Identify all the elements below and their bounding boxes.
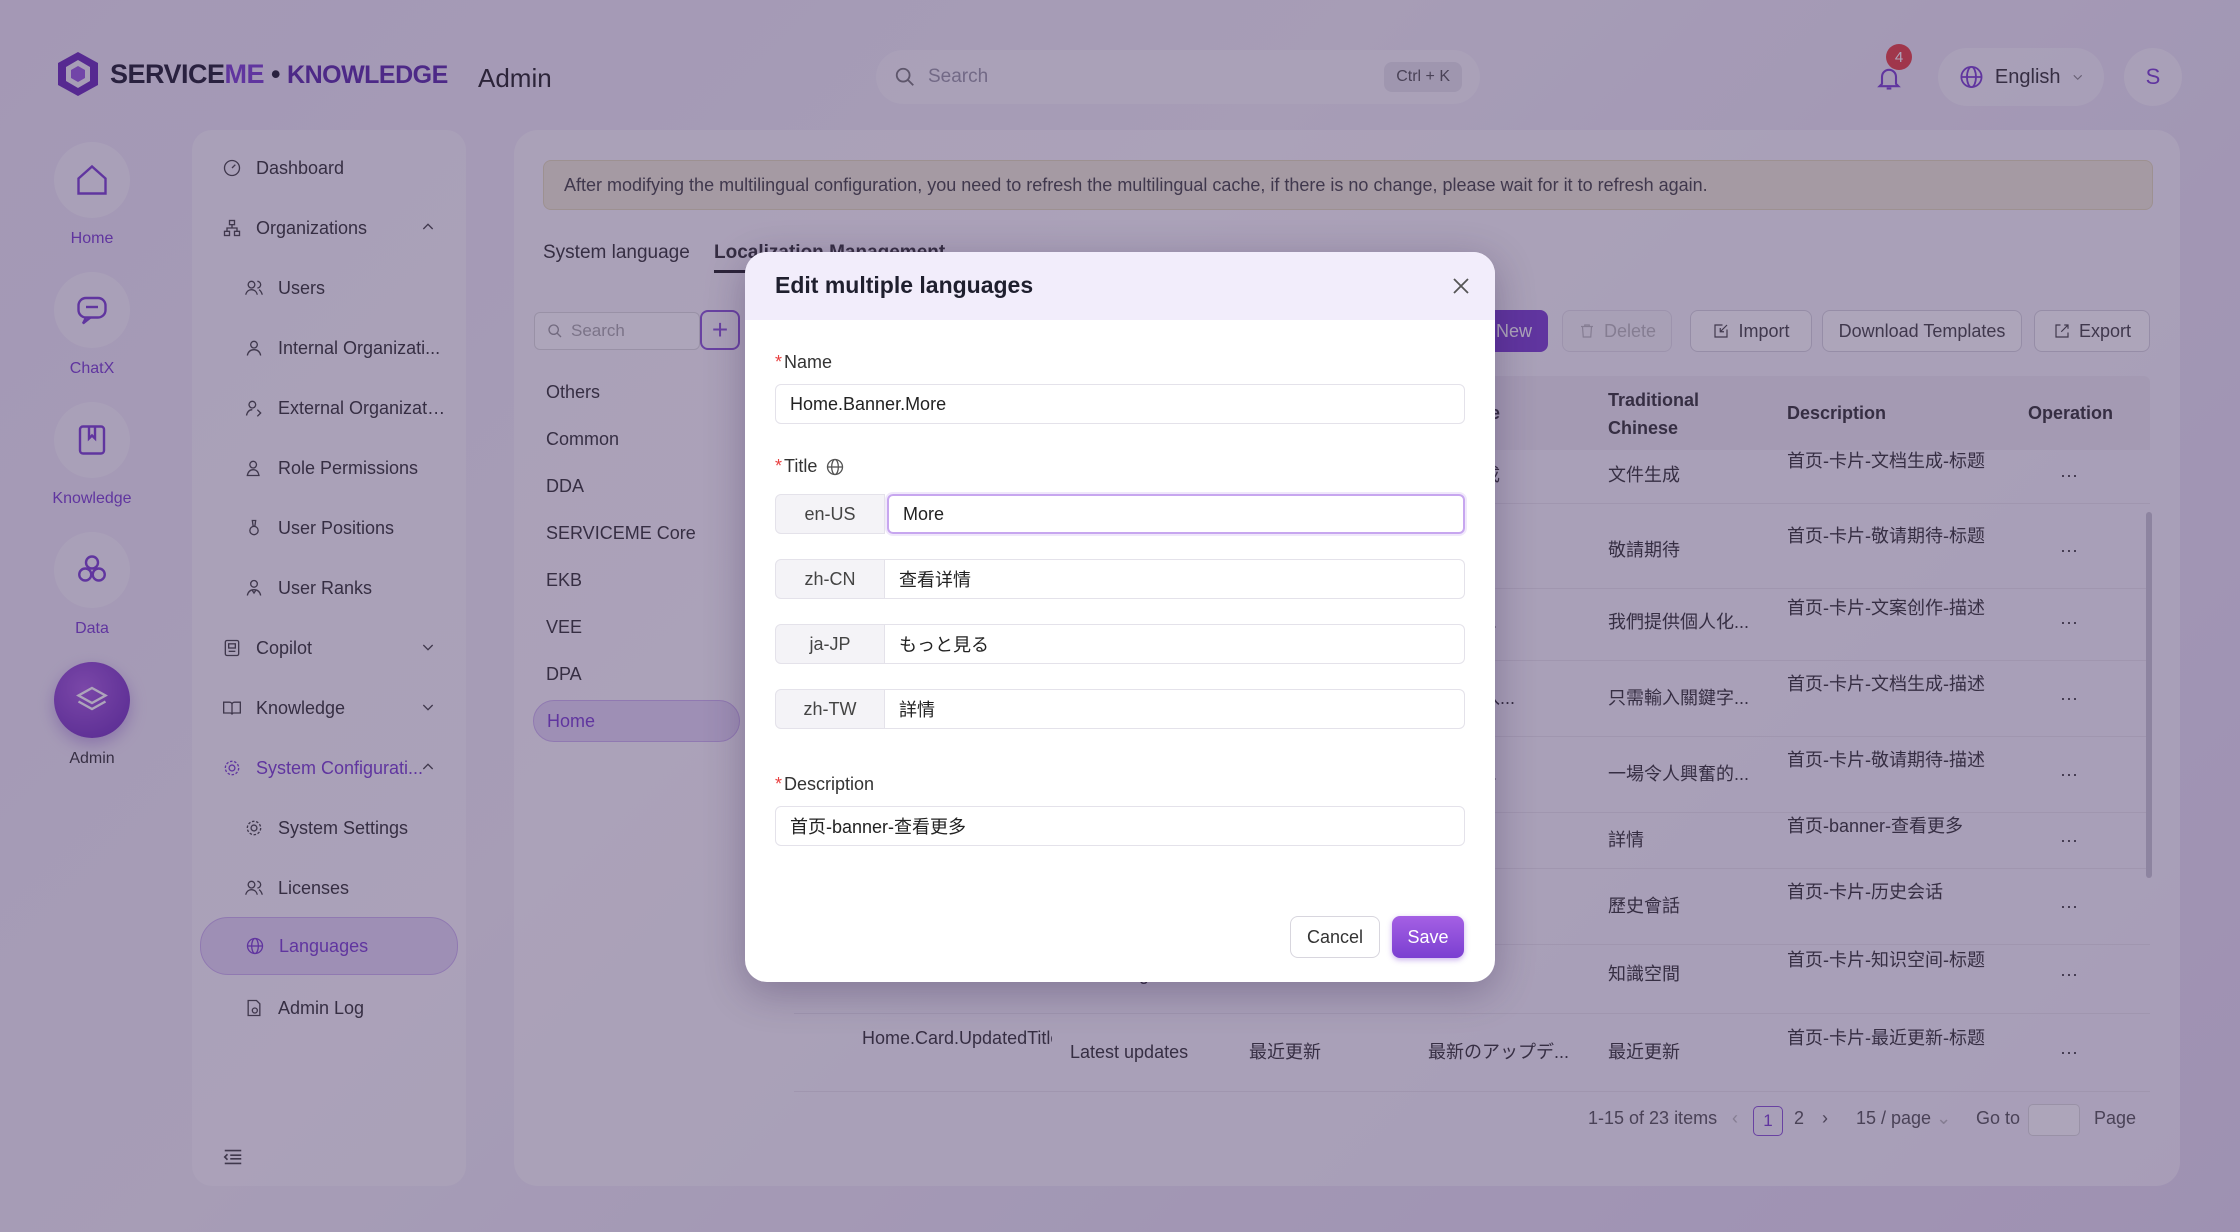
lang-code: en-US <box>775 494 885 534</box>
translation-row-zh-cn: zh-CN 查看详情 <box>775 559 1465 599</box>
title-label: * Title <box>775 456 845 477</box>
close-icon[interactable] <box>1449 274 1473 298</box>
translation-input[interactable]: More <box>887 494 1465 534</box>
cancel-button[interactable]: Cancel <box>1290 916 1380 958</box>
edit-languages-modal: Edit multiple languages * Name Home.Banne… <box>745 252 1495 982</box>
lang-code: ja-JP <box>775 624 885 664</box>
translation-row-en-us: en-US More <box>775 494 1465 534</box>
name-input[interactable]: Home.Banner.More <box>775 384 1465 424</box>
translation-input[interactable]: 詳情 <box>885 689 1465 729</box>
translation-input[interactable]: 查看详情 <box>885 559 1465 599</box>
translation-row-ja-jp: ja-JP もっと見る <box>775 624 1465 664</box>
save-button[interactable]: Save <box>1392 916 1464 958</box>
name-label: * Name <box>775 352 833 372</box>
translation-row-zh-tw: zh-TW 詳情 <box>775 689 1465 729</box>
globe-icon <box>827 458 844 475</box>
lang-code: zh-TW <box>775 689 885 729</box>
modal-title: Edit multiple languages <box>775 272 1034 298</box>
translation-input[interactable]: もっと見る <box>885 624 1465 664</box>
description-label: * Description <box>775 774 875 794</box>
description-input[interactable]: 首页-banner-查看更多 <box>775 806 1465 846</box>
lang-code: zh-CN <box>775 559 885 599</box>
